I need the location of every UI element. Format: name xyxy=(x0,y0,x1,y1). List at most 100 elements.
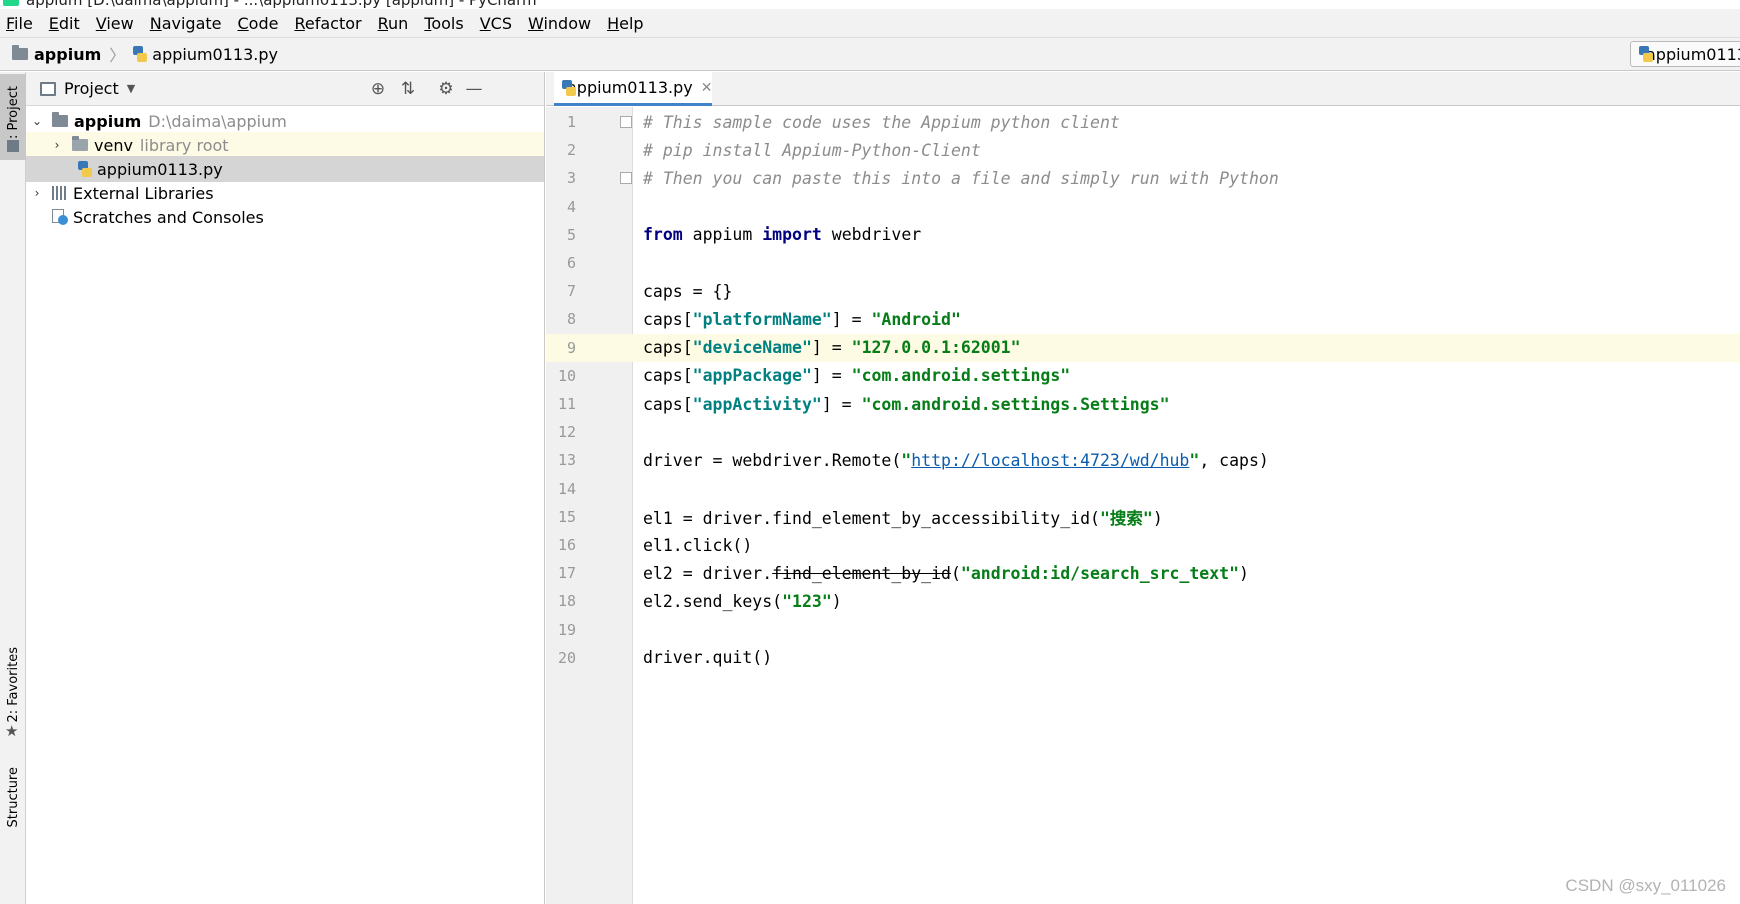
editor-area: appium0113.py ✕ 1 # This sample code uses… xyxy=(546,72,1740,904)
editor-tab-label: appium0113.py xyxy=(567,78,693,97)
line-number: 8 xyxy=(566,310,576,329)
code-token: caps[ xyxy=(643,394,693,414)
menu-bar: File Edit View Navigate Code Refactor Ru… xyxy=(0,9,1740,37)
project-panel: Project ▼ ⊕ ⇅ ⚙ — ⌄ appium D:\daima\appi… xyxy=(26,72,545,904)
code-token: find_element_by_id xyxy=(772,563,951,583)
menu-run[interactable]: Run xyxy=(378,14,409,33)
tree-item-scratches[interactable]: Scratches and Consoles xyxy=(26,204,544,230)
code-text: from appium import webdriver xyxy=(643,225,921,244)
breadcrumb-project[interactable]: appium xyxy=(34,45,101,64)
tree-item-label: appium0113.py xyxy=(97,159,223,179)
collapse-all-icon[interactable]: ⇅ xyxy=(398,79,418,99)
code-token: ) xyxy=(831,591,842,611)
code-line[interactable]: 4 xyxy=(546,193,1740,221)
editor-tab-appium0113[interactable]: appium0113.py ✕ xyxy=(554,72,712,106)
code-line[interactable]: 12 xyxy=(546,418,1740,446)
code-text: el2 = driver.find_element_by_id("android… xyxy=(643,564,1249,583)
tree-item-external-libraries[interactable]: › External Libraries xyxy=(26,180,544,206)
code-token: ) xyxy=(1239,563,1249,583)
expanded-arrow-icon[interactable]: ⌄ xyxy=(30,114,44,128)
code-token: driver.quit() xyxy=(643,648,773,668)
structure-tool-tab[interactable]: Structure xyxy=(0,762,26,832)
menu-tools[interactable]: Tools xyxy=(424,14,463,33)
folder-icon xyxy=(52,112,68,127)
code-line[interactable]: 10 caps["appPackage"] = "com.android.sett… xyxy=(546,362,1740,390)
code-text: driver = webdriver.Remote("http://localh… xyxy=(643,451,1269,470)
tree-item-label: External Libraries xyxy=(73,183,214,203)
tree-item-path: D:\daima\appium xyxy=(148,111,287,131)
code-text: el2.send_keys("123") xyxy=(643,592,842,611)
navigation-bar: appium 〉 appium0113.py appium0113 xyxy=(0,37,1740,71)
code-token: ] = xyxy=(811,338,852,358)
code-line[interactable]: 18 el2.send_keys("123") xyxy=(546,587,1740,615)
tree-item-appium0113[interactable]: appium0113.py xyxy=(26,156,544,182)
project-tab-icon xyxy=(7,140,19,152)
menu-vcs[interactable]: VCS xyxy=(480,14,512,33)
fold-marker-icon[interactable] xyxy=(620,172,632,185)
code-token: caps[ xyxy=(643,309,693,329)
code-line[interactable]: 15 el1 = driver.find_element_by_accessibi… xyxy=(546,503,1740,531)
tree-item-appium[interactable]: ⌄ appium D:\daima\appium xyxy=(26,108,544,134)
menu-code[interactable]: Code xyxy=(238,14,279,33)
code-token: "platformName" xyxy=(692,309,832,329)
code-line[interactable]: 20 driver.quit() xyxy=(546,644,1740,672)
code-line[interactable]: 19 xyxy=(546,616,1740,644)
chevron-right-icon[interactable]: › xyxy=(30,186,44,200)
code-line[interactable]: 14 xyxy=(546,475,1740,503)
code-token: appium xyxy=(682,225,763,245)
watermark: CSDN @sxy_011026 xyxy=(1565,876,1726,895)
chevron-right-icon[interactable]: › xyxy=(50,138,64,152)
line-number: 5 xyxy=(566,225,576,244)
code-token: http://localhost:4723/wd/hub xyxy=(911,450,1190,470)
code-text: caps = {} xyxy=(643,282,732,301)
line-number: 9 xyxy=(566,338,576,357)
code-line[interactable]: 11 caps["appActivity"] = "com.android.set… xyxy=(546,390,1740,418)
scratches-icon xyxy=(52,209,68,225)
hide-panel-icon[interactable]: — xyxy=(464,79,484,99)
code-line[interactable]: 16 el1.click() xyxy=(546,531,1740,559)
python-file-icon xyxy=(1639,46,1653,62)
menu-refactor[interactable]: Refactor xyxy=(294,14,361,33)
line-number: 16 xyxy=(557,536,576,554)
run-configuration-selector[interactable]: appium0113 xyxy=(1630,41,1740,67)
close-icon[interactable]: ✕ xyxy=(701,80,713,96)
menu-file[interactable]: File xyxy=(6,14,33,33)
menu-view[interactable]: View xyxy=(96,14,134,33)
code-text: # pip install Appium-Python-Client xyxy=(643,141,981,160)
code-line[interactable]: 6 xyxy=(546,249,1740,277)
code-token: ( xyxy=(950,563,961,583)
favorites-tool-tab-label: 2: Favorites xyxy=(5,647,21,723)
code-token: driver = webdriver.Remote( xyxy=(643,450,902,470)
code-token: # Then you can paste this into a file an… xyxy=(643,168,1279,188)
code-line[interactable]: 9 caps["deviceName"] = "127.0.0.1:62001" xyxy=(546,333,1740,362)
code-line[interactable]: 3 # Then you can paste this into a file a… xyxy=(546,164,1740,192)
menu-edit[interactable]: Edit xyxy=(49,14,80,33)
gear-icon[interactable]: ⚙ xyxy=(436,79,456,99)
fold-marker-icon[interactable] xyxy=(620,116,632,128)
code-line[interactable]: 8 caps["platformName"] = "Android" xyxy=(546,305,1740,333)
code-line[interactable]: 1 # This sample code uses the Appium pyth… xyxy=(546,108,1740,136)
code-token: "com.android.settings.Settings" xyxy=(861,394,1170,414)
code-line[interactable]: 17 el2 = driver.find_element_by_id("andro… xyxy=(546,559,1740,587)
code-token: from xyxy=(643,225,683,245)
menu-navigate[interactable]: Navigate xyxy=(150,14,222,33)
locate-icon[interactable]: ⊕ xyxy=(368,79,388,99)
favorites-tool-tab[interactable]: 2: Favorites xyxy=(0,647,26,723)
project-panel-title[interactable]: Project xyxy=(64,79,119,98)
line-number: 12 xyxy=(557,423,576,442)
code-line[interactable]: 13 driver = webdriver.Remote("http://loca… xyxy=(546,446,1740,474)
menu-help[interactable]: Help xyxy=(607,14,643,33)
code-line[interactable]: 7 caps = {} xyxy=(546,277,1740,305)
project-panel-header: Project ▼ ⊕ ⇅ ⚙ — xyxy=(26,72,544,106)
code-line[interactable]: 5 from appium import webdriver xyxy=(546,221,1740,249)
line-number: 11 xyxy=(557,395,576,413)
code-line[interactable]: 2 # pip install Appium-Python-Client xyxy=(546,136,1740,164)
code-text: driver.quit() xyxy=(643,648,772,667)
chevron-down-icon[interactable]: ▼ xyxy=(127,82,135,95)
python-file-icon xyxy=(78,161,92,177)
tree-item-venv[interactable]: › venv library root xyxy=(26,132,544,158)
code-token: ) xyxy=(1152,508,1163,528)
code-token: " xyxy=(901,450,912,470)
breadcrumb-file[interactable]: appium0113.py xyxy=(152,45,278,64)
menu-window[interactable]: Window xyxy=(528,14,591,33)
